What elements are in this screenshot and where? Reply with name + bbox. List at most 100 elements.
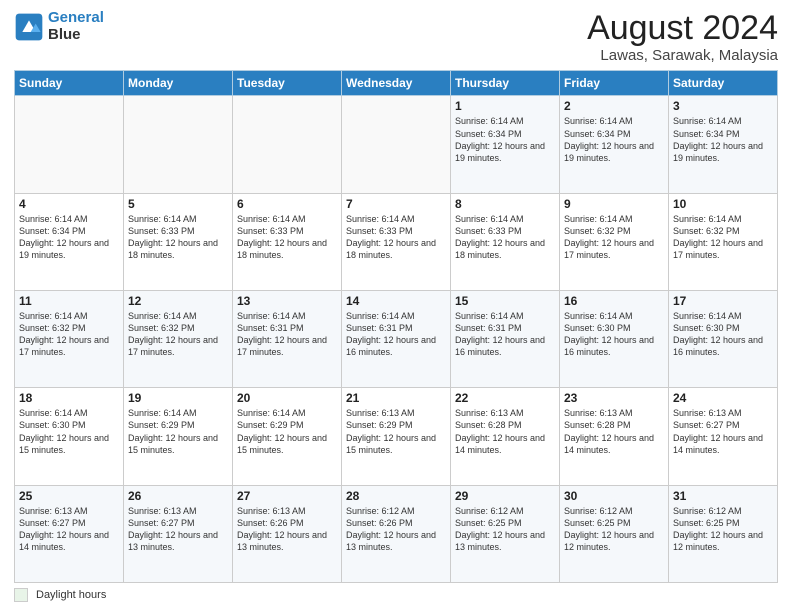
day-number: 29 [455, 489, 555, 503]
day-info: Sunrise: 6:14 AM Sunset: 6:34 PM Dayligh… [564, 115, 664, 164]
day-info: Sunrise: 6:12 AM Sunset: 6:25 PM Dayligh… [564, 505, 664, 554]
calendar-cell: 17 Sunrise: 6:14 AM Sunset: 6:30 PM Dayli… [669, 291, 778, 388]
day-number: 7 [346, 197, 446, 211]
day-info: Sunrise: 6:13 AM Sunset: 6:27 PM Dayligh… [673, 407, 773, 456]
day-info: Sunrise: 6:14 AM Sunset: 6:33 PM Dayligh… [455, 213, 555, 262]
day-number: 23 [564, 391, 664, 405]
day-info: Sunrise: 6:14 AM Sunset: 6:33 PM Dayligh… [128, 213, 228, 262]
day-number: 30 [564, 489, 664, 503]
calendar-week-row: 18 Sunrise: 6:14 AM Sunset: 6:30 PM Dayli… [15, 388, 778, 485]
day-number: 27 [237, 489, 337, 503]
day-number: 15 [455, 294, 555, 308]
day-number: 3 [673, 99, 773, 113]
calendar-day-header: Thursday [451, 71, 560, 96]
calendar-cell: 10 Sunrise: 6:14 AM Sunset: 6:32 PM Dayli… [669, 193, 778, 290]
calendar-cell: 21Sunrise: 6:13 AM Sunset: 6:29 PM Dayli… [342, 388, 451, 485]
calendar-cell: 19Sunrise: 6:14 AM Sunset: 6:29 PM Dayli… [124, 388, 233, 485]
calendar-day-header: Wednesday [342, 71, 451, 96]
day-info: Sunrise: 6:12 AM Sunset: 6:25 PM Dayligh… [673, 505, 773, 554]
calendar-cell: 16Sunrise: 6:14 AM Sunset: 6:30 PM Dayli… [560, 291, 669, 388]
calendar-week-row: 11 Sunrise: 6:14 AM Sunset: 6:32 PM Dayli… [15, 291, 778, 388]
calendar-table: SundayMondayTuesdayWednesdayThursdayFrid… [14, 70, 778, 583]
day-number: 8 [455, 197, 555, 211]
calendar-cell: 6 Sunrise: 6:14 AM Sunset: 6:33 PM Daylig… [233, 193, 342, 290]
calendar-cell: 20 Sunrise: 6:14 AM Sunset: 6:29 PM Dayli… [233, 388, 342, 485]
day-info: Sunrise: 6:14 AM Sunset: 6:29 PM Dayligh… [237, 407, 337, 456]
calendar-cell: 24 Sunrise: 6:13 AM Sunset: 6:27 PM Dayli… [669, 388, 778, 485]
day-info: Sunrise: 6:14 AM Sunset: 6:30 PM Dayligh… [673, 310, 773, 359]
day-number: 20 [237, 391, 337, 405]
day-info: Sunrise: 6:14 AM Sunset: 6:29 PM Dayligh… [128, 407, 228, 456]
calendar-cell [124, 96, 233, 193]
calendar-cell: 1 Sunrise: 6:14 AM Sunset: 6:34 PM Daylig… [451, 96, 560, 193]
calendar-cell: 9Sunrise: 6:14 AM Sunset: 6:32 PM Daylig… [560, 193, 669, 290]
calendar-cell: 11 Sunrise: 6:14 AM Sunset: 6:32 PM Dayli… [15, 291, 124, 388]
day-info: Sunrise: 6:14 AM Sunset: 6:32 PM Dayligh… [673, 213, 773, 262]
day-number: 18 [19, 391, 119, 405]
calendar-cell: 27 Sunrise: 6:13 AM Sunset: 6:26 PM Dayli… [233, 485, 342, 582]
day-info: Sunrise: 6:14 AM Sunset: 6:31 PM Dayligh… [455, 310, 555, 359]
day-info: Sunrise: 6:12 AM Sunset: 6:25 PM Dayligh… [455, 505, 555, 554]
day-info: Sunrise: 6:13 AM Sunset: 6:26 PM Dayligh… [237, 505, 337, 554]
day-number: 14 [346, 294, 446, 308]
daylight-box [14, 588, 28, 602]
day-number: 13 [237, 294, 337, 308]
day-info: Sunrise: 6:14 AM Sunset: 6:34 PM Dayligh… [673, 115, 773, 164]
day-number: 26 [128, 489, 228, 503]
calendar-cell [233, 96, 342, 193]
calendar-day-header: Saturday [669, 71, 778, 96]
day-info: Sunrise: 6:14 AM Sunset: 6:34 PM Dayligh… [455, 115, 555, 164]
calendar-cell: 15 Sunrise: 6:14 AM Sunset: 6:31 PM Dayli… [451, 291, 560, 388]
day-info: Sunrise: 6:14 AM Sunset: 6:30 PM Dayligh… [564, 310, 664, 359]
footer: Daylight hours [14, 588, 778, 602]
day-info: Sunrise: 6:12 AM Sunset: 6:26 PM Dayligh… [346, 505, 446, 554]
calendar-cell: 12 Sunrise: 6:14 AM Sunset: 6:32 PM Dayli… [124, 291, 233, 388]
day-info: Sunrise: 6:14 AM Sunset: 6:30 PM Dayligh… [19, 407, 119, 456]
day-info: Sunrise: 6:14 AM Sunset: 6:31 PM Dayligh… [346, 310, 446, 359]
day-info: Sunrise: 6:14 AM Sunset: 6:33 PM Dayligh… [346, 213, 446, 262]
calendar-cell: 30 Sunrise: 6:12 AM Sunset: 6:25 PM Dayli… [560, 485, 669, 582]
day-number: 1 [455, 99, 555, 113]
day-info: Sunrise: 6:14 AM Sunset: 6:32 PM Dayligh… [564, 213, 664, 262]
day-number: 5 [128, 197, 228, 211]
calendar-cell: 14 Sunrise: 6:14 AM Sunset: 6:31 PM Dayli… [342, 291, 451, 388]
day-number: 4 [19, 197, 119, 211]
day-number: 17 [673, 294, 773, 308]
day-number: 22 [455, 391, 555, 405]
logo-line1: General [48, 9, 104, 26]
page: General Blue August 2024 Lawas, Sarawak,… [0, 0, 792, 612]
calendar-day-header: Tuesday [233, 71, 342, 96]
calendar-cell: 26 Sunrise: 6:13 AM Sunset: 6:27 PM Dayli… [124, 485, 233, 582]
day-number: 6 [237, 197, 337, 211]
calendar-week-row: 4Sunrise: 6:14 AM Sunset: 6:34 PM Daylig… [15, 193, 778, 290]
day-info: Sunrise: 6:13 AM Sunset: 6:27 PM Dayligh… [128, 505, 228, 554]
calendar-week-row: 1 Sunrise: 6:14 AM Sunset: 6:34 PM Daylig… [15, 96, 778, 193]
day-info: Sunrise: 6:13 AM Sunset: 6:27 PM Dayligh… [19, 505, 119, 554]
calendar-day-header: Friday [560, 71, 669, 96]
day-info: Sunrise: 6:14 AM Sunset: 6:32 PM Dayligh… [19, 310, 119, 359]
day-info: Sunrise: 6:13 AM Sunset: 6:28 PM Dayligh… [455, 407, 555, 456]
calendar-cell: 4Sunrise: 6:14 AM Sunset: 6:34 PM Daylig… [15, 193, 124, 290]
calendar-cell: 3 Sunrise: 6:14 AM Sunset: 6:34 PM Daylig… [669, 96, 778, 193]
calendar-cell: 29 Sunrise: 6:12 AM Sunset: 6:25 PM Dayli… [451, 485, 560, 582]
calendar-cell: 31 Sunrise: 6:12 AM Sunset: 6:25 PM Dayli… [669, 485, 778, 582]
day-number: 10 [673, 197, 773, 211]
day-number: 12 [128, 294, 228, 308]
day-number: 25 [19, 489, 119, 503]
logo-text: General Blue [48, 10, 104, 43]
calendar-header-row: SundayMondayTuesdayWednesdayThursdayFrid… [15, 71, 778, 96]
day-number: 31 [673, 489, 773, 503]
day-number: 24 [673, 391, 773, 405]
day-number: 2 [564, 99, 664, 113]
day-info: Sunrise: 6:14 AM Sunset: 6:33 PM Dayligh… [237, 213, 337, 262]
calendar-cell: 22 Sunrise: 6:13 AM Sunset: 6:28 PM Dayli… [451, 388, 560, 485]
day-info: Sunrise: 6:14 AM Sunset: 6:31 PM Dayligh… [237, 310, 337, 359]
day-info: Sunrise: 6:13 AM Sunset: 6:29 PM Dayligh… [346, 407, 446, 456]
logo-icon [14, 12, 44, 42]
calendar-cell: 2 Sunrise: 6:14 AM Sunset: 6:34 PM Daylig… [560, 96, 669, 193]
day-number: 28 [346, 489, 446, 503]
day-number: 11 [19, 294, 119, 308]
calendar-cell: 13 Sunrise: 6:14 AM Sunset: 6:31 PM Dayli… [233, 291, 342, 388]
day-info: Sunrise: 6:14 AM Sunset: 6:32 PM Dayligh… [128, 310, 228, 359]
calendar-cell: 5 Sunrise: 6:14 AM Sunset: 6:33 PM Daylig… [124, 193, 233, 290]
